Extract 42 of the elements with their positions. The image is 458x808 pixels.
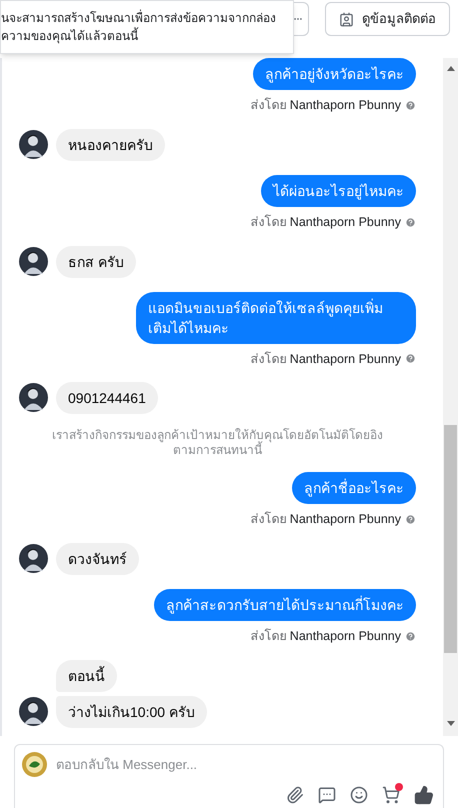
scroll-thumb[interactable] [444, 425, 457, 653]
sent-message-bubble: ลูกค้าอยู่จังหวัดอะไรคะ [253, 58, 416, 90]
user-avatar [19, 246, 48, 276]
sender-label: ส่งโดย Nanthaporn Pbunny [250, 96, 401, 114]
received-message-bubble: ดวงจันทร์ [56, 543, 139, 575]
received-message-bubble: ว่างไม่เกิน10:00 ครับ [56, 696, 207, 728]
tooltip-text: นจะสามารถสร้างโฆษณาเพื่อการส่งข้อความจากกล่อง ความของคุณได้แล้วตอนนี้ [1, 9, 277, 45]
view-contact-button[interactable]: ดูข้อมูลติดต่อ [325, 2, 450, 36]
sender-label: ส่งโดย Nanthaporn Pbunny [250, 350, 401, 368]
contact-card-icon [339, 12, 354, 26]
saved-replies-icon[interactable] [318, 786, 336, 804]
sent-message-bubble: ลูกค้าสะดวกรับสายได้ประมาณกี่โมงคะ [154, 589, 416, 621]
help-icon[interactable] [405, 514, 416, 526]
user-avatar [19, 383, 48, 412]
help-icon[interactable] [405, 216, 416, 228]
help-icon[interactable] [405, 353, 416, 364]
sent-message-bubble: ลูกค้าชื่ออะไรคะ [292, 472, 416, 504]
scrollbar[interactable] [443, 58, 458, 736]
sent-message-bubble: แอดมินขอเบอร์ติดต่อให้เซลล์พูดคุยเพิ่มเติมได้ไหมคะ [136, 292, 416, 344]
cart-icon[interactable] [382, 786, 400, 804]
reply-input[interactable]: ตอบกลับใน Messenger... [56, 754, 436, 774]
emoji-icon[interactable] [350, 786, 368, 804]
scroll-down-icon[interactable] [446, 721, 454, 726]
like-icon[interactable] [414, 785, 434, 805]
system-note: เราสร้างกิจกรรมของลูกค้าเป้าหมายให้กับคุณโดยอัตโนมัติโดยอิงตามการสนทนานี้ [51, 428, 384, 458]
sender-label: ส่งโดย Nanthaporn Pbunny [250, 628, 401, 645]
user-avatar [19, 130, 48, 159]
received-message-bubble: 0901244461 [56, 382, 158, 414]
sent-message-bubble: ได้ผ่อนอะไรอยู่ไหมคะ [261, 174, 416, 207]
help-icon[interactable] [405, 630, 416, 642]
sender-label: ส่งโดย Nanthaporn Pbunny [250, 214, 401, 231]
page-logo [22, 752, 47, 777]
sender-label: ส่งโดย Nanthaporn Pbunny [250, 510, 401, 528]
help-icon[interactable] [405, 100, 416, 111]
received-message-bubble: ตอนนี้ [56, 660, 117, 692]
user-avatar [19, 544, 48, 573]
received-message-bubble: หนองคายครับ [56, 128, 165, 161]
user-avatar [19, 696, 48, 726]
attachment-icon[interactable] [286, 786, 304, 804]
received-message-bubble: ธกส ครับ [56, 246, 136, 278]
scroll-up-icon[interactable] [446, 66, 454, 71]
reply-composer[interactable]: ตอบกลับใน Messenger... [14, 744, 444, 808]
